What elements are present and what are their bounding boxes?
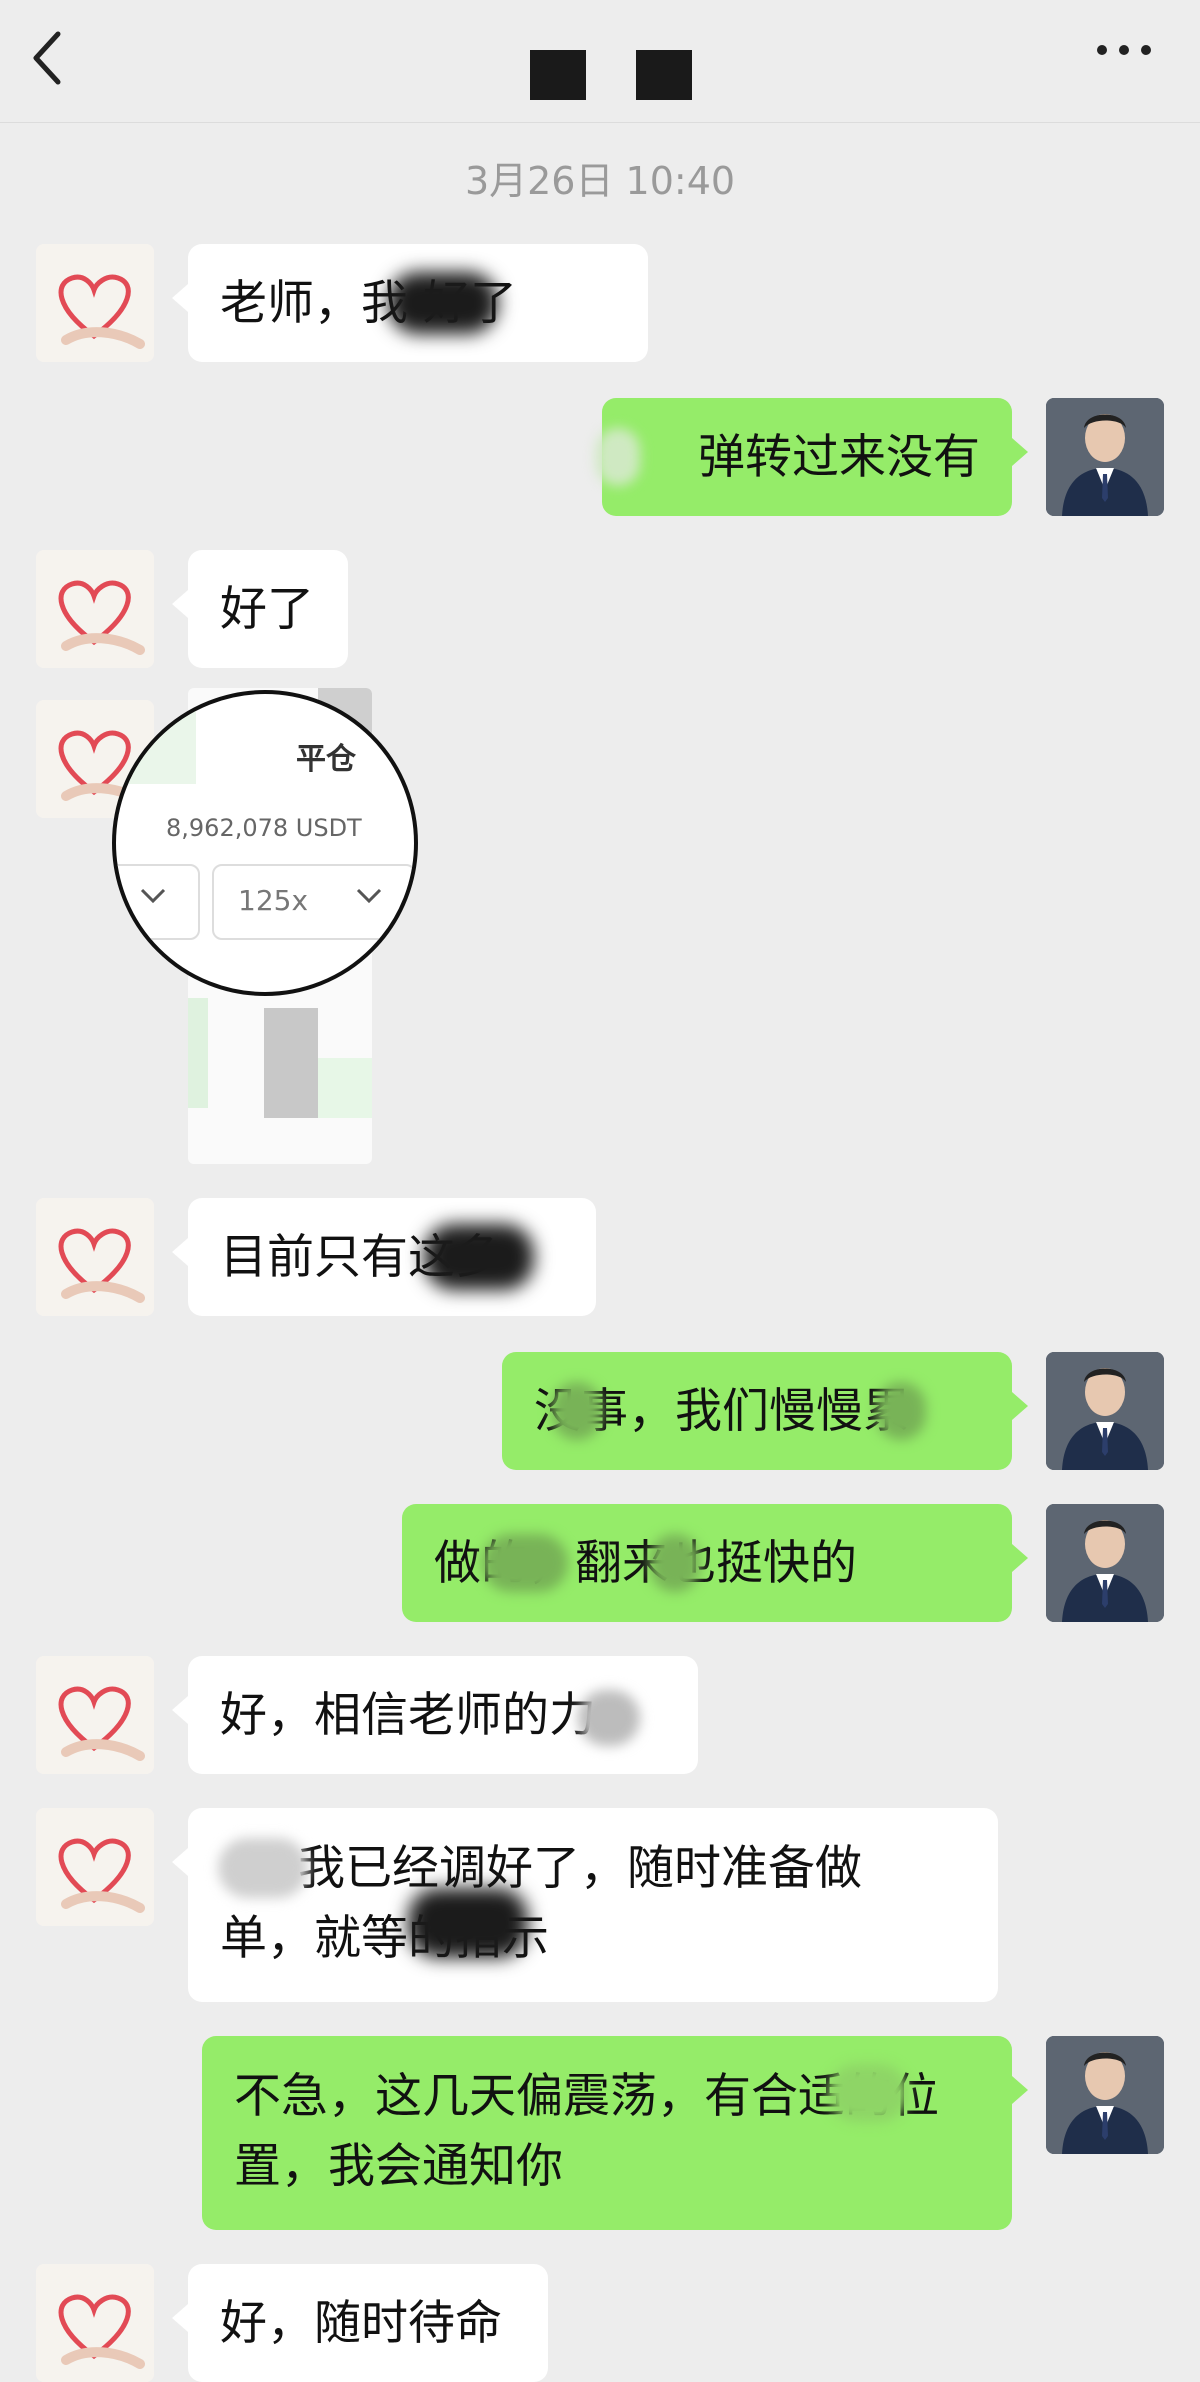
message-bubble[interactable]: 弹转过来没有 [596,398,1028,516]
man-in-suit-icon [1046,1352,1164,1470]
message-bubble[interactable]: 好，相信老师的力 [172,1656,698,1774]
chevron-down-icon [356,888,382,904]
timestamp: 3月26日 10:40 [464,159,736,203]
leverage-value: 125x [238,884,309,917]
amount-label: 8,962,078 USDT [166,814,362,842]
man-in-suit-icon [1046,398,1164,516]
heart-logo-icon [36,1808,154,1926]
message-bubble[interactable]: 做的，翻来也挺快的 [402,1504,1028,1622]
message-bubble[interactable]: 没事，我们慢慢累 [502,1352,1028,1470]
message-text: 好，随时待命 [220,2296,502,2351]
left-select [116,864,200,940]
message-bubble[interactable]: 好了 [172,550,348,668]
message-text-line2: 单，就等的指示 [220,1911,549,1966]
contact-avatar[interactable] [36,1198,154,1316]
heart-logo-icon [36,2264,154,2382]
contact-avatar[interactable] [36,550,154,668]
message-bubble[interactable]: 老师，我 好了 [172,244,648,362]
contact-avatar[interactable] [36,244,154,362]
chat-title-redacted [530,50,692,102]
more-dots-icon [1097,45,1151,55]
message-text: 好，相信老师的力 [220,1688,596,1743]
contact-avatar[interactable] [36,2264,154,2382]
contact-avatar[interactable] [36,1808,154,1926]
my-avatar[interactable] [1046,2036,1164,2154]
man-in-suit-icon [1046,2036,1164,2154]
heart-logo-icon [36,1656,154,1774]
contact-avatar[interactable] [36,1656,154,1774]
message-bubble[interactable]: 我已经调好了，随时准备做 单，就等的指示 [172,1808,998,2002]
close-position-label: 平仓 [296,742,356,777]
message-text: 好了 [220,582,314,637]
chat-header [0,0,1200,123]
message-text-line2: 置，我会通知你 [234,2139,563,2194]
chevron-left-icon [33,31,61,85]
message-bubble[interactable]: 目前只有这多 [172,1198,596,1316]
leverage-select: 125x [212,864,414,940]
my-avatar[interactable] [1046,1504,1164,1622]
my-avatar[interactable] [1046,1352,1164,1470]
heart-logo-icon [36,244,154,362]
more-button[interactable] [1094,40,1154,70]
heart-logo-icon [36,1198,154,1316]
message-text-line1: 我已经调好了，随时准备做 [298,1841,862,1896]
back-button[interactable] [30,28,80,88]
heart-logo-icon [36,550,154,668]
man-in-suit-icon [1046,1504,1164,1622]
message-bubble[interactable]: 不急，这几天偏震荡，有合适的位 置，我会通知你 [202,2036,1028,2230]
message-bubble[interactable]: 好，随时待命 [172,2264,548,2382]
my-avatar[interactable] [1046,398,1164,516]
magnified-screenshot: 平仓 8,962,078 USDT 125x [112,690,418,996]
chevron-down-icon [140,888,166,904]
message-text: 弹转过来没有 [698,430,980,485]
